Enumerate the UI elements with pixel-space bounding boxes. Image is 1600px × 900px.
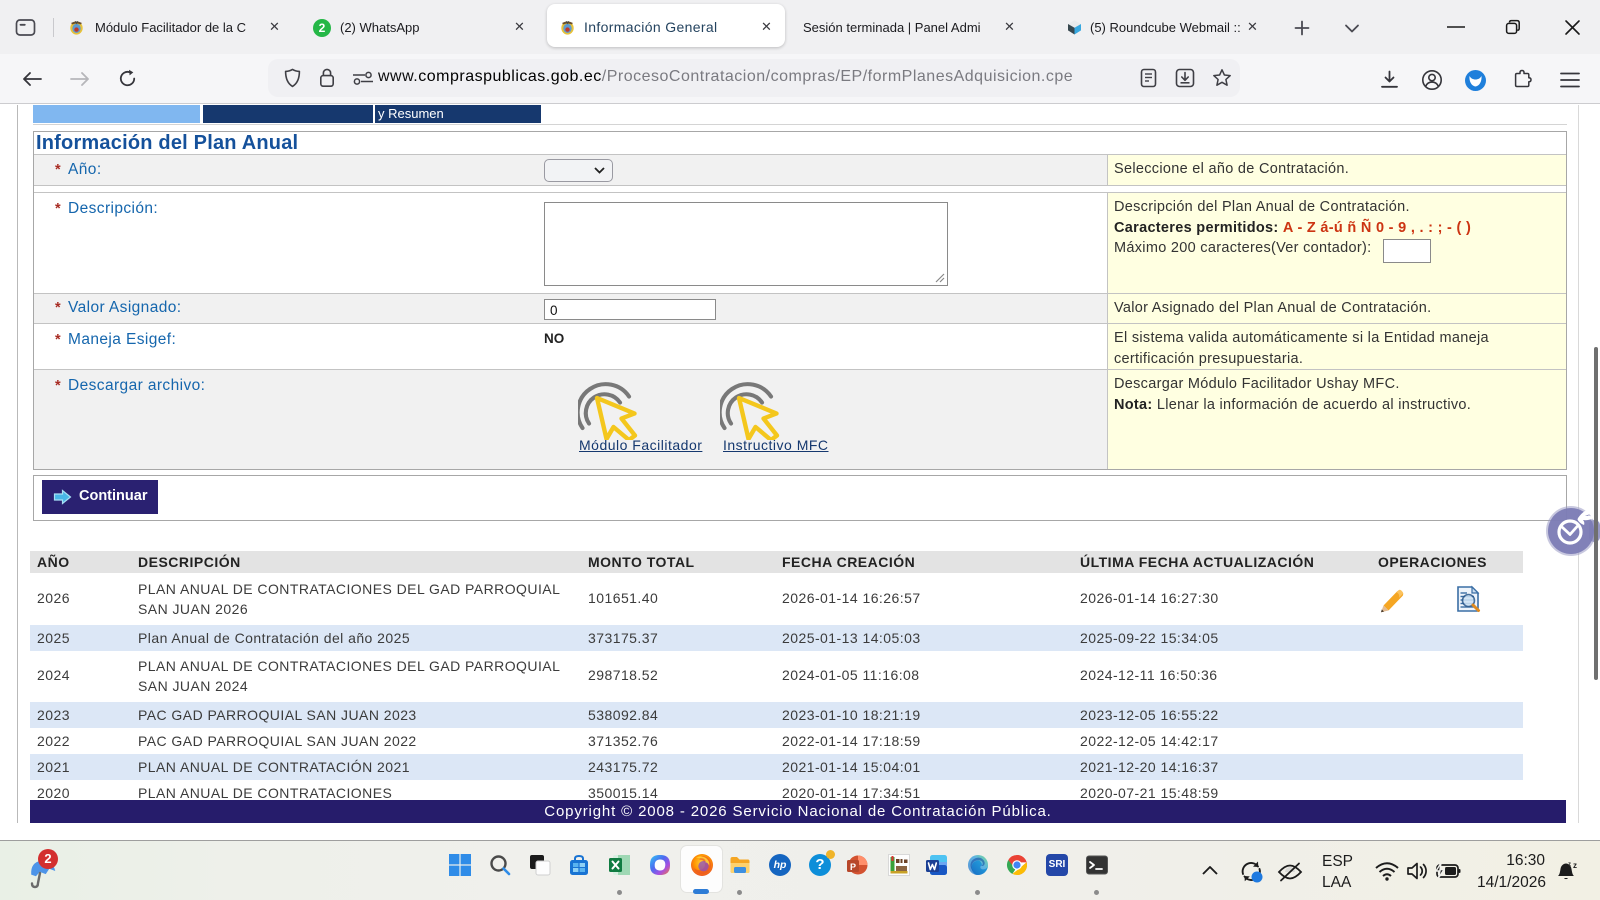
svg-text:z: z [1573,861,1577,870]
svg-text:P: P [850,862,856,872]
svg-text:z: z [1568,862,1571,868]
